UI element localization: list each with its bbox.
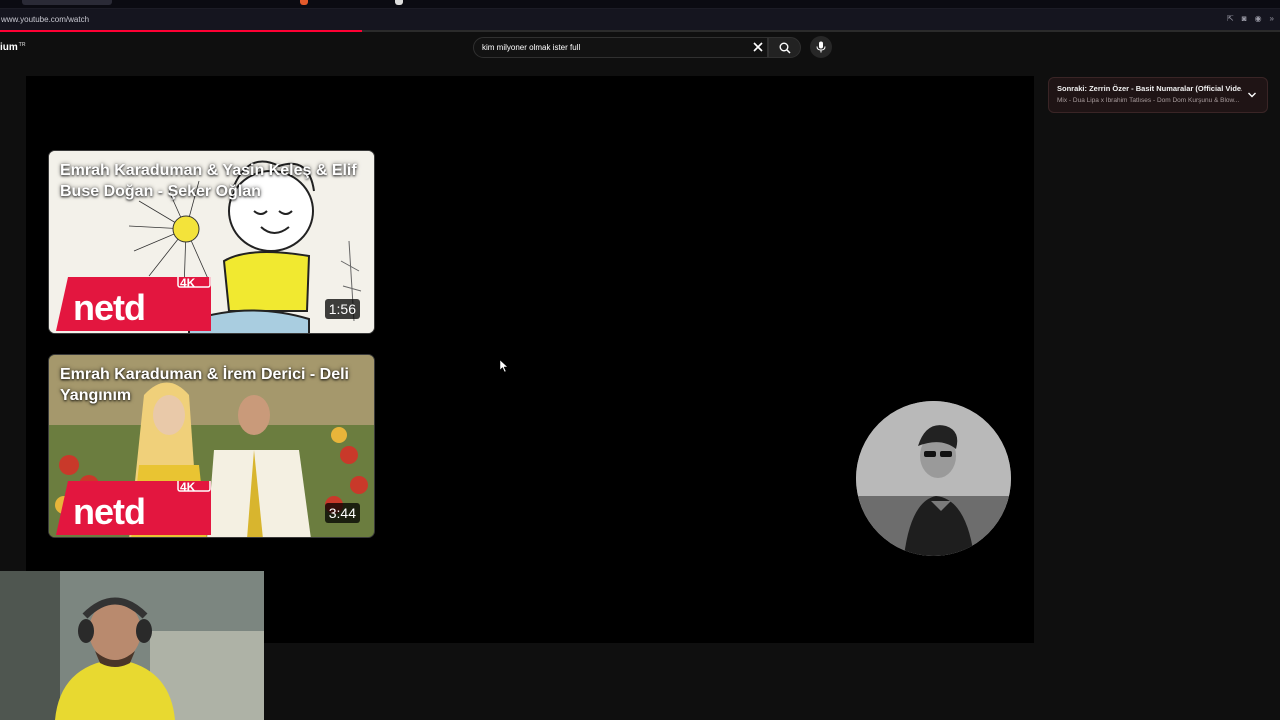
logo-text: ium xyxy=(0,42,18,53)
webcam-feed xyxy=(0,571,264,720)
address-bar-actions: ⇱ ◙ ◉ » xyxy=(1227,14,1274,24)
end-screen-video-card[interactable]: netd 4K Emrah Karaduman & İrem Derici - … xyxy=(48,354,375,538)
clear-search-button[interactable] xyxy=(748,38,768,57)
4k-badge: 4K xyxy=(180,276,196,290)
mouse-cursor xyxy=(500,360,508,372)
end-screen-video-card[interactable]: netd 4K Emrah Karaduman & Yasin Keleş & … xyxy=(48,150,375,334)
browser-tab[interactable] xyxy=(22,0,112,5)
browser-tab-strip xyxy=(0,0,1280,9)
up-next-subtitle: Mix - Dua Lipa x İbrahim Tatlıses - Dom … xyxy=(1057,97,1240,104)
browser-tab-favicon[interactable] xyxy=(395,0,403,5)
avatar-photo xyxy=(856,401,1011,556)
close-icon xyxy=(753,42,763,52)
video-duration: 3:44 xyxy=(324,503,360,523)
shield-icon[interactable]: ◉ xyxy=(1255,14,1262,24)
channel-avatar[interactable] xyxy=(856,401,1011,556)
search-box[interactable] xyxy=(473,37,768,58)
netd-brand-text: netd xyxy=(73,287,146,328)
search-input[interactable] xyxy=(482,43,742,52)
video-title: Emrah Karaduman & Yasin Keleş & Elif Bus… xyxy=(60,162,357,200)
browser-tab-favicon[interactable] xyxy=(300,0,308,5)
youtube-logo[interactable]: iumTR xyxy=(0,42,25,53)
video-duration: 1:56 xyxy=(324,299,360,319)
region-code: TR xyxy=(18,42,26,48)
up-next-banner[interactable]: Sonraki: Zerrin Özer - Basit Numaralar (… xyxy=(1048,77,1268,113)
share-icon[interactable]: ⇱ xyxy=(1227,14,1234,24)
search-button[interactable] xyxy=(768,37,801,58)
video-title: Emrah Karaduman & İrem Derici - Deli Yan… xyxy=(60,366,349,404)
browser-address-bar[interactable]: www.youtube.com/watch ⇱ ◙ ◉ » xyxy=(0,9,1280,30)
4k-badge: 4K xyxy=(180,480,196,494)
search-icon xyxy=(779,42,791,54)
up-next-title: Sonraki: Zerrin Özer - Basit Numaralar (… xyxy=(1057,84,1242,93)
extensions-icon[interactable]: » xyxy=(1270,14,1274,24)
address-url[interactable]: www.youtube.com/watch xyxy=(0,15,89,24)
page-load-progress xyxy=(0,30,362,32)
chevron-down-icon[interactable] xyxy=(1247,90,1257,100)
webcam-overlay xyxy=(0,571,264,720)
camera-icon[interactable]: ◙ xyxy=(1242,14,1247,24)
netd-brand-text: netd xyxy=(73,491,146,532)
voice-search-button[interactable] xyxy=(810,36,832,58)
microphone-icon xyxy=(816,41,826,53)
